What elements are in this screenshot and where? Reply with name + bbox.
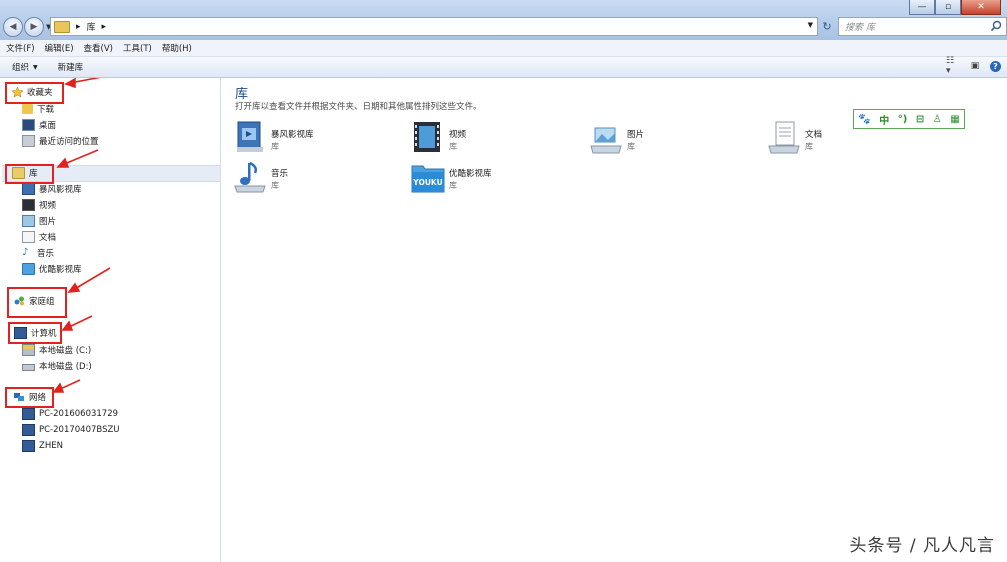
nav-network-pc-3-label: ZHEN <box>39 441 63 451</box>
forward-button[interactable]: ▶ <box>24 17 44 37</box>
search-placeholder: 搜索 库 <box>845 23 875 33</box>
new-library-label: 新建库 <box>57 63 84 73</box>
search-icon[interactable] <box>990 20 1002 32</box>
content-pane: 库 打开库以查看文件并根据文件夹、日期和其他属性排列这些文件。 暴风影视库 库 … <box>221 78 1007 562</box>
menu-help[interactable]: 帮助(H) <box>162 42 192 54</box>
back-arrow-icon: ◀ <box>9 22 17 32</box>
nav-network-pc-2[interactable]: PC-20170407BSZU <box>22 423 120 437</box>
annotation-arrows <box>52 78 111 393</box>
navigation-pane: 收藏夹 下载 桌面 最近访问的位置 库 暴风影视库 视频 图片 文档 ♪ 音乐 … <box>0 78 221 562</box>
pictures-icon <box>590 127 622 154</box>
documents-icon <box>768 121 800 154</box>
change-view-icon[interactable]: ☷ ▾ <box>946 56 960 76</box>
breadcrumb-arrow-end[interactable]: ▸ <box>102 22 107 32</box>
library-item-baofeng[interactable]: 暴风影视库 库 <box>233 120 393 160</box>
refresh-icon: ↻ <box>822 20 832 33</box>
history-buttons: ◀ ▶ ▼ <box>3 17 51 37</box>
nav-network-pc-2-label: PC-20170407BSZU <box>39 425 120 435</box>
breadcrumb-arrow[interactable]: ▸ <box>76 22 81 32</box>
ime-mode-label[interactable]: 中 <box>879 112 889 127</box>
library-item-videos[interactable]: 视频 库 <box>411 120 571 160</box>
chevron-down-icon: ▼ <box>33 63 38 71</box>
help-icon[interactable]: ? <box>990 60 1001 72</box>
film-icon <box>414 122 440 152</box>
computer-icon <box>22 440 35 452</box>
library-type: 库 <box>271 142 279 151</box>
menu-bar: 文件(F) 编辑(E) 查看(V) 工具(T) 帮助(H) <box>0 40 1007 57</box>
computer-icon <box>22 424 35 436</box>
search-input[interactable]: 搜索 库 <box>838 17 1007 36</box>
grid-icon[interactable]: ▦ <box>950 114 959 125</box>
folder-icon <box>54 20 70 33</box>
library-type: 库 <box>449 142 457 151</box>
library-name: 文档 <box>805 130 823 140</box>
youku-folder-icon: YOUKU <box>411 165 445 193</box>
page-description: 打开库以查看文件并根据文件夹、日期和其他属性排列这些文件。 <box>235 102 482 112</box>
person-icon[interactable]: ♙ <box>933 114 942 125</box>
new-library-button[interactable]: 新建库 <box>58 61 84 73</box>
library-name: 视频 <box>449 130 467 140</box>
watermark-text: 头条号 / 凡人凡言 <box>849 536 995 556</box>
organize-label: 组织 <box>12 63 30 73</box>
library-type: 库 <box>805 142 813 151</box>
library-name: 图片 <box>627 130 645 140</box>
library-item-youku[interactable]: YOUKU 优酷影视库 库 <box>411 159 571 199</box>
window-caption-buttons: — ▫ ✕ <box>909 0 1001 15</box>
forward-arrow-icon: ▶ <box>30 22 38 32</box>
library-name: 暴风影视库 <box>271 130 314 140</box>
toolbar-right: ☷ ▾ ▣ ? <box>946 56 1001 76</box>
bag-icon[interactable]: ⊟ <box>916 114 924 125</box>
minimize-button[interactable]: — <box>909 0 935 15</box>
organize-button[interactable]: 组织 ▼ <box>12 61 38 73</box>
ime-toolbar[interactable]: 🐾 中 °) ⊟ ♙ ▦ <box>853 109 965 129</box>
library-item-music[interactable]: 音乐 库 <box>233 159 393 199</box>
address-dropdown-icon[interactable]: ▼ <box>808 21 813 29</box>
refresh-button[interactable]: ↻ <box>818 17 836 36</box>
library-item-pictures[interactable]: 图片 库 <box>589 120 749 160</box>
music-icon <box>234 161 266 193</box>
library-type: 库 <box>627 142 635 151</box>
back-button[interactable]: ◀ <box>3 17 23 37</box>
library-name: 优酷影视库 <box>449 169 492 179</box>
close-button[interactable]: ✕ <box>961 0 1001 15</box>
library-type: 库 <box>449 181 457 190</box>
menu-view[interactable]: 查看(V) <box>84 42 113 54</box>
menu-file[interactable]: 文件(F) <box>6 42 35 54</box>
command-toolbar: 组织 ▼ 新建库 ☷ ▾ ▣ ? <box>0 56 1007 78</box>
video-library-icon <box>237 121 263 152</box>
maximize-button[interactable]: ▫ <box>935 0 961 15</box>
menu-tools[interactable]: 工具(T) <box>123 42 152 54</box>
breadcrumb-library[interactable]: 库 <box>87 20 96 33</box>
preview-pane-icon[interactable]: ▣ <box>968 60 982 72</box>
youku-badge-text: YOUKU <box>412 178 442 187</box>
nav-network-pc-3[interactable]: ZHEN <box>22 439 63 453</box>
paw-icon[interactable]: 🐾 <box>858 114 870 125</box>
library-type: 库 <box>271 181 279 190</box>
library-name: 音乐 <box>271 169 289 179</box>
dot-icon[interactable]: °) <box>898 114 908 125</box>
window-titlebar: — ▫ ✕ ◀ ▶ ▼ ▸ 库 ▸ ▼ ↻ 搜索 库 <box>0 0 1007 40</box>
address-bar[interactable]: ▸ 库 ▸ ▼ <box>50 17 818 36</box>
menu-edit[interactable]: 编辑(E) <box>45 42 74 54</box>
